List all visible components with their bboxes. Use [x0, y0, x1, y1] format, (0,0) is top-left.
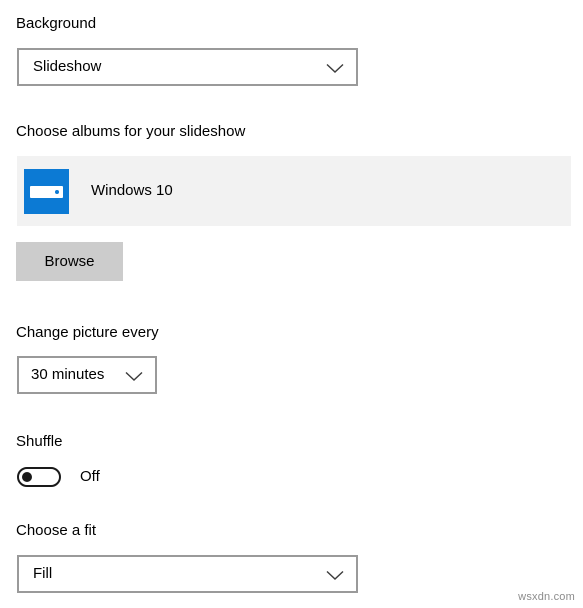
change-interval-value: 30 minutes: [31, 366, 105, 383]
thumbnail-bar-shape: [30, 185, 63, 198]
fit-dropdown[interactable]: Fill: [17, 555, 358, 593]
thumbnail-dot-shape: [55, 189, 59, 194]
chevron-down-icon: [326, 570, 344, 581]
shuffle-state-label: Off: [80, 468, 100, 485]
chevron-down-icon: [125, 371, 143, 382]
toggle-knob: [22, 472, 32, 482]
change-interval-dropdown[interactable]: 30 minutes: [17, 356, 157, 394]
background-type-value: Slideshow: [33, 58, 102, 75]
browse-button[interactable]: Browse: [16, 242, 123, 281]
watermark: wsxdn.com: [518, 591, 575, 603]
background-settings-panel: Background Slideshow Choose albums for y…: [0, 0, 583, 608]
chevron-down-icon: [326, 63, 344, 74]
shuffle-toggle-switch[interactable]: [17, 467, 61, 487]
list-item[interactable]: Windows 10: [17, 156, 571, 226]
choose-albums-label: Choose albums for your slideshow: [16, 123, 246, 140]
albums-list: Windows 10: [17, 156, 571, 226]
background-label: Background: [16, 15, 97, 32]
fit-value: Fill: [33, 565, 53, 582]
background-type-dropdown[interactable]: Slideshow: [17, 48, 358, 86]
shuffle-label: Shuffle: [16, 433, 63, 450]
change-picture-every-label: Change picture every: [16, 324, 159, 341]
choose-a-fit-label: Choose a fit: [16, 522, 97, 539]
album-name: Windows 10: [91, 182, 173, 199]
folder-thumbnail-icon: [24, 168, 69, 214]
